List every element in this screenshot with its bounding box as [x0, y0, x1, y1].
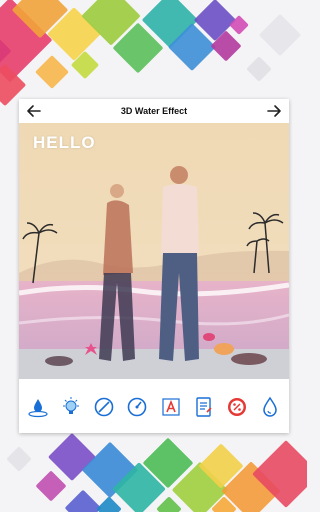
water-drop-ripple-icon[interactable]: [25, 394, 51, 420]
next-arrow-icon[interactable]: [265, 102, 283, 120]
photo-image: [19, 123, 289, 379]
photo-canvas[interactable]: HELLO: [19, 123, 289, 379]
text-frame-icon[interactable]: [158, 394, 184, 420]
overlay-text[interactable]: HELLO: [33, 133, 96, 153]
editor-header: 3D Water Effect: [19, 99, 289, 123]
effect-toolbar: [19, 381, 289, 433]
percent-badge-icon[interactable]: [224, 394, 250, 420]
water-drop-icon[interactable]: [257, 394, 283, 420]
opacity-dial-icon[interactable]: [124, 394, 150, 420]
document-edit-icon[interactable]: [191, 394, 217, 420]
light-bulb-icon[interactable]: [58, 394, 84, 420]
eraser-slash-icon[interactable]: [91, 394, 117, 420]
page-title: 3D Water Effect: [120, 106, 188, 116]
back-arrow-icon[interactable]: [25, 102, 43, 120]
editor-card: 3D Water Effect HELLO: [19, 99, 289, 433]
